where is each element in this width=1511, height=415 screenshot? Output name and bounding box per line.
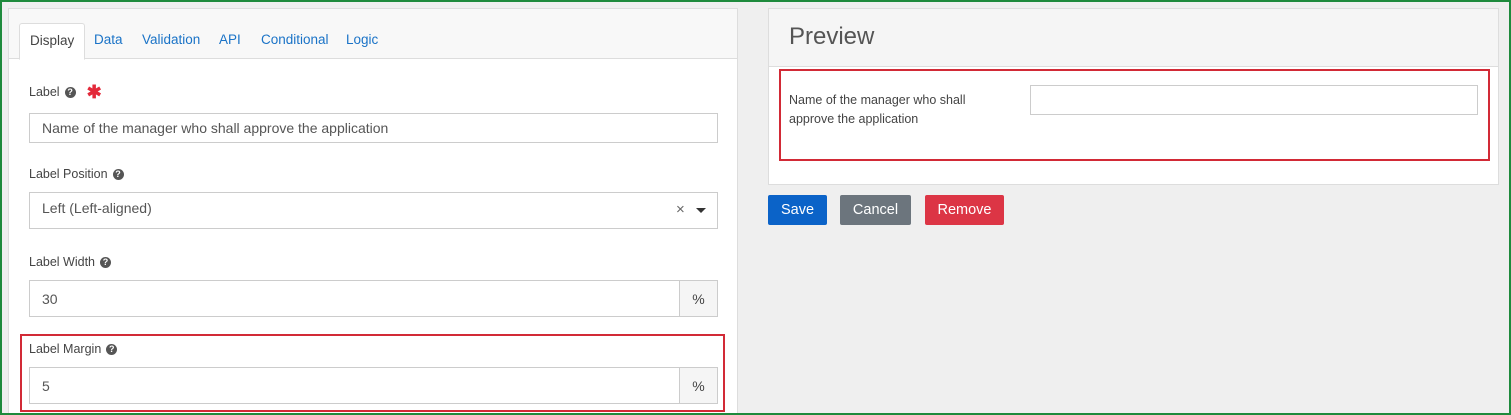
label-input[interactable]: Name of the manager who shall approve th…	[29, 113, 718, 143]
label-position-select[interactable]: Left (Left-aligned)	[29, 192, 718, 229]
percent-addon: %	[679, 280, 718, 317]
tab-validation[interactable]: Validation	[132, 23, 210, 59]
label-position-title: Label Position ?	[29, 167, 124, 181]
label-width-title-text: Label Width	[29, 255, 96, 269]
tab-display[interactable]: Display	[19, 23, 86, 60]
remove-button[interactable]: Remove	[925, 195, 1004, 225]
tab-data[interactable]: Data	[84, 23, 133, 59]
help-icon[interactable]: ?	[112, 168, 124, 180]
label-margin-title: Label Margin ?	[29, 342, 118, 356]
tab-api[interactable]: API	[209, 23, 251, 59]
component-editor-panel: Display Data Validation API Conditional …	[8, 8, 738, 413]
preview-field-input[interactable]	[1030, 85, 1478, 115]
label-position-title-text: Label Position	[29, 167, 108, 181]
help-icon[interactable]: ?	[64, 86, 76, 98]
preview-title: Preview	[789, 23, 875, 50]
save-button[interactable]: Save	[768, 195, 827, 225]
label-margin-input[interactable]: 5	[29, 367, 680, 404]
percent-addon: %	[679, 367, 718, 404]
label-field-title: Label ? ✱	[29, 82, 102, 102]
label-position-value: Left (Left-aligned)	[42, 200, 152, 216]
label-margin-title-text: Label Margin	[29, 342, 102, 356]
chevron-down-icon[interactable]	[696, 208, 706, 213]
preview-panel: Preview Name of the manager who shall ap…	[768, 8, 1499, 185]
preview-field-label: Name of the manager who shall approve th…	[789, 93, 966, 126]
help-icon[interactable]: ?	[100, 256, 112, 268]
clear-selection-icon[interactable]: ×	[676, 201, 685, 218]
required-icon: ✱	[86, 82, 102, 102]
settings-tabs: Display Data Validation API Conditional …	[9, 9, 737, 60]
tab-conditional[interactable]: Conditional	[251, 23, 339, 59]
cancel-button[interactable]: Cancel	[840, 195, 911, 225]
help-icon[interactable]: ?	[106, 343, 118, 355]
label-title-text: Label	[29, 85, 60, 99]
label-width-title: Label Width ?	[29, 255, 112, 269]
tab-logic[interactable]: Logic	[336, 23, 388, 59]
label-width-input[interactable]: 30	[29, 280, 680, 317]
preview-header: Preview	[769, 9, 1498, 67]
